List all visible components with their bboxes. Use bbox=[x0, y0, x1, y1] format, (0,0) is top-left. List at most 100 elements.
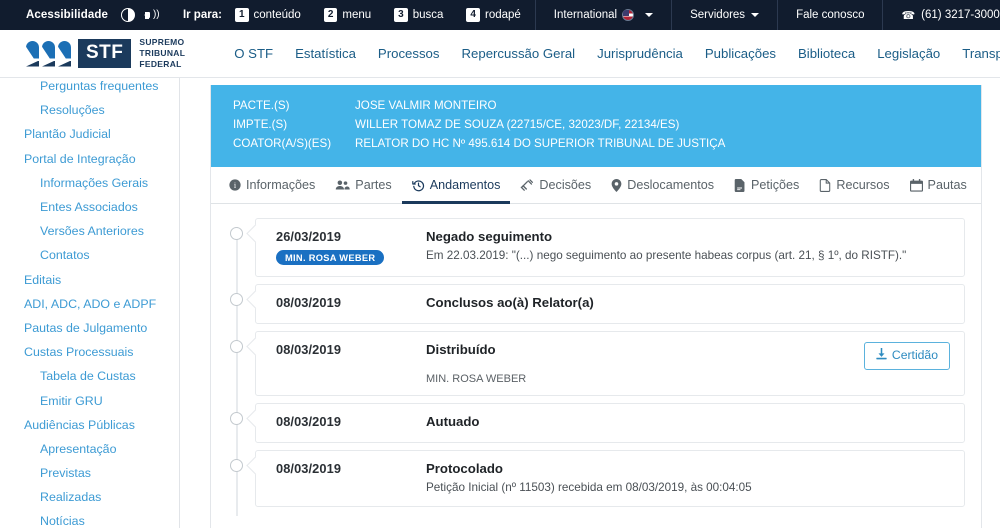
tab-pautas[interactable]: Pautas bbox=[900, 167, 977, 204]
nav-item-repercussao-geral[interactable]: Repercussão Geral bbox=[451, 42, 587, 65]
tab-peticoes[interactable]: Petições bbox=[724, 167, 809, 204]
timeline-card[interactable]: 08/03/2019 Distribuído MIN. ROSA WEBER C… bbox=[255, 330, 965, 396]
language-selector[interactable]: International bbox=[534, 0, 671, 30]
certidao-label: Certidão bbox=[891, 348, 938, 363]
timeline-body: Conclusos ao(à) Relator(a) bbox=[426, 295, 950, 313]
timeline-card[interactable]: 08/03/2019 Protocolado Petição Inicial (… bbox=[255, 449, 965, 508]
timeline-date-column: 08/03/2019 bbox=[270, 342, 426, 357]
timeline-card[interactable]: 08/03/2019 Conclusos ao(à) Relator(a) bbox=[255, 283, 965, 324]
shortcut-label: menu bbox=[342, 9, 372, 21]
nav-item-biblioteca[interactable]: Biblioteca bbox=[787, 42, 866, 65]
timeline-gutter bbox=[219, 218, 255, 286]
contrast-icon[interactable] bbox=[120, 8, 135, 22]
sidebar-item-realizadas[interactable]: Realizadas bbox=[0, 485, 179, 509]
shortcut-label: rodapé bbox=[484, 9, 521, 21]
tab-bar: i Informações Partes Andamentos Decisões… bbox=[211, 167, 981, 205]
tab-label: Informações bbox=[246, 178, 316, 193]
tab-recursos[interactable]: Recursos bbox=[809, 167, 899, 204]
nav-item-processos[interactable]: Processos bbox=[367, 42, 451, 65]
nav-item-estatistica[interactable]: Estatística bbox=[284, 42, 367, 65]
accessibility-label: Acessibilidade bbox=[26, 9, 108, 21]
shortcut-label: conteúdo bbox=[253, 9, 301, 21]
timeline-card[interactable]: 26/03/2019 MIN. ROSA WEBER Negado seguim… bbox=[255, 218, 965, 277]
accessibility-right-group: International Servidores Fale conosco ☎ … bbox=[534, 0, 1000, 30]
sidebar-item-custas-processuais[interactable]: Custas Processuais bbox=[0, 340, 179, 364]
andamentos-timeline: 26/03/2019 MIN. ROSA WEBER Negado seguim… bbox=[211, 204, 981, 524]
sidebar-item-audiencias-publicas[interactable]: Audiências Públicas bbox=[0, 413, 179, 437]
party-label: COATOR(A/S)(ES) bbox=[233, 136, 332, 150]
shortcut-conteudo[interactable]: 1 conteúdo bbox=[234, 8, 301, 22]
sidebar-item-versoes-anteriores[interactable]: Versões Anteriores bbox=[0, 219, 179, 243]
timeline-row: 08/03/2019 Protocolado Petição Inicial (… bbox=[219, 449, 965, 517]
nav-item-transparencia[interactable]: Transparência bbox=[951, 42, 1000, 65]
phone-label: (61) 3217-3000 bbox=[921, 9, 1000, 21]
shortcut-rodape[interactable]: 4 rodapé bbox=[466, 8, 521, 22]
sidebar-item-noticias[interactable]: Notícias bbox=[0, 509, 179, 528]
page-body: Perguntas frequentes Resoluções Plantão … bbox=[0, 78, 1000, 528]
main-navigation: O STF Estatística Processos Repercussão … bbox=[223, 42, 1000, 65]
timeline-date: 08/03/2019 bbox=[276, 341, 342, 357]
fale-conosco-link[interactable]: Fale conosco bbox=[777, 0, 882, 30]
phone-icon: ☎ bbox=[901, 9, 916, 22]
stf-logo[interactable]: STF SUPREMO TRIBUNAL FEDERAL bbox=[0, 37, 185, 70]
sidebar-item-contatos[interactable]: Contatos bbox=[0, 243, 179, 267]
timeline-body: Protocolado Petição Inicial (nº 11503) r… bbox=[426, 461, 950, 497]
timeline-connector bbox=[236, 283, 238, 333]
file-icon bbox=[819, 178, 831, 192]
nav-item-legislacao[interactable]: Legislação bbox=[866, 42, 951, 65]
timeline-connector bbox=[236, 402, 238, 452]
sidebar-item-editais[interactable]: Editais bbox=[0, 268, 179, 292]
sidebar-item-resolucoes[interactable]: Resoluções bbox=[0, 98, 179, 122]
party-value: JOSE VALMIR MONTEIRO bbox=[355, 99, 497, 112]
logo-acronym: STF bbox=[78, 39, 132, 68]
timeline-dot bbox=[230, 411, 243, 425]
calendar-icon bbox=[909, 178, 923, 192]
sidebar-item-portal-de-integracao[interactable]: Portal de Integração bbox=[0, 147, 179, 171]
timeline-card[interactable]: 08/03/2019 Autuado bbox=[255, 402, 965, 443]
party-label: PACTE.(S) bbox=[233, 99, 290, 112]
sidebar-item-emitir-gru[interactable]: Emitir GRU bbox=[0, 388, 179, 412]
file-signature-icon bbox=[734, 178, 746, 192]
timeline-description: Petição Inicial (nº 11503) recebida em 0… bbox=[426, 480, 752, 494]
flag-icon bbox=[622, 9, 635, 21]
shortcut-busca[interactable]: 3 busca bbox=[394, 8, 443, 22]
sidebar-item-entes-associados[interactable]: Entes Associados bbox=[0, 195, 179, 219]
timeline-gutter bbox=[219, 330, 255, 405]
tab-label: Decisões bbox=[539, 178, 592, 193]
timeline-title: Conclusos ao(à) Relator(a) bbox=[426, 294, 594, 310]
parties-panel: PACTE.(S) JOSE VALMIR MONTEIRO IMPTE.(S)… bbox=[211, 85, 981, 168]
fale-conosco-label: Fale conosco bbox=[796, 9, 865, 21]
tab-andamentos[interactable]: Andamentos bbox=[401, 167, 511, 205]
timeline-date: 26/03/2019 bbox=[276, 229, 342, 245]
sidebar-item-apresentacao[interactable]: Apresentação bbox=[0, 437, 179, 461]
timeline-date: 08/03/2019 bbox=[276, 460, 342, 476]
main-content: PACTE.(S) JOSE VALMIR MONTEIRO IMPTE.(S)… bbox=[180, 78, 1000, 528]
tab-label: Pautas bbox=[927, 178, 967, 193]
tab-partes[interactable]: Partes bbox=[325, 167, 401, 204]
tab-decisoes[interactable]: Decisões bbox=[510, 167, 601, 204]
timeline-subtext: MIN. ROSA WEBER bbox=[426, 372, 527, 385]
nav-item-publicacoes[interactable]: Publicações bbox=[694, 42, 787, 65]
timeline-date-column: 08/03/2019 bbox=[270, 414, 426, 429]
nav-item-o-stf[interactable]: O STF bbox=[223, 42, 284, 65]
servidores-menu[interactable]: Servidores bbox=[671, 0, 777, 30]
timeline-row: 08/03/2019 Autuado bbox=[219, 402, 965, 452]
shortcut-menu[interactable]: 2 menu bbox=[323, 8, 372, 22]
download-icon bbox=[876, 347, 887, 363]
nav-item-jurisprudencia[interactable]: Jurisprudência bbox=[586, 42, 694, 65]
sound-icon[interactable]: )) bbox=[143, 8, 160, 22]
timeline-dot bbox=[230, 458, 243, 472]
sidebar-item-adi-adc-ado-adpf[interactable]: ADI, ADC, ADO e ADPF bbox=[0, 292, 179, 316]
certidao-download-button[interactable]: Certidão bbox=[863, 341, 950, 370]
tab-informacoes[interactable]: i Informações bbox=[219, 167, 325, 204]
party-row: COATOR(A/S)(ES) RELATOR DO HC Nº 495.614… bbox=[233, 135, 959, 154]
phone-number[interactable]: ☎ (61) 3217-3000 bbox=[882, 0, 1000, 30]
sidebar-item-perguntas-frequentes[interactable]: Perguntas frequentes bbox=[0, 78, 179, 98]
sidebar-item-plantao-judicial[interactable]: Plantão Judicial bbox=[0, 122, 179, 146]
sidebar-item-informacoes-gerais[interactable]: Informações Gerais bbox=[0, 171, 179, 195]
party-label: IMPTE.(S) bbox=[233, 117, 288, 131]
sidebar-item-previstas[interactable]: Previstas bbox=[0, 461, 179, 485]
sidebar-item-tabela-de-custas[interactable]: Tabela de Custas bbox=[0, 364, 179, 388]
sidebar-item-pautas-de-julgamento[interactable]: Pautas de Julgamento bbox=[0, 316, 179, 340]
tab-deslocamentos[interactable]: Deslocamentos bbox=[601, 167, 724, 204]
